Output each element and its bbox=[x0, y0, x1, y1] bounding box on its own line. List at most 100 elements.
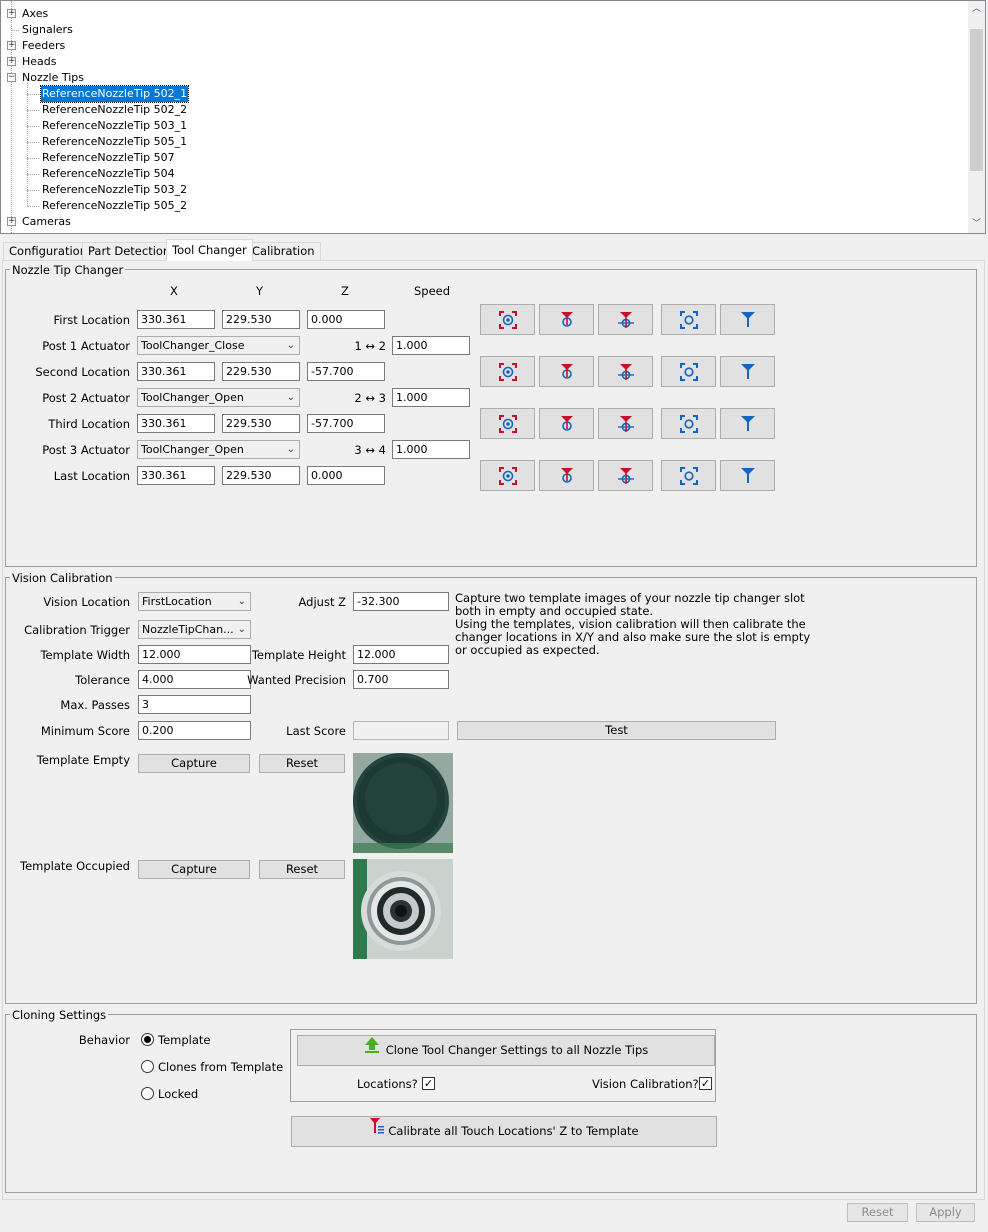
tree-node[interactable]: Heads bbox=[21, 54, 58, 70]
move-camera-button[interactable] bbox=[661, 304, 716, 335]
tree-node[interactable]: ReferenceNozzleTip 507 bbox=[41, 150, 176, 166]
position-tool-button[interactable] bbox=[720, 304, 775, 335]
tolerance-label: Tolerance bbox=[75, 673, 130, 687]
tree-node[interactable]: ReferenceNozzleTip 504 bbox=[41, 166, 176, 182]
template-height-field[interactable]: 12.000 bbox=[353, 645, 449, 664]
template-empty-label: Template Empty bbox=[36, 753, 130, 767]
move-camera-button[interactable] bbox=[661, 460, 716, 491]
config-tree[interactable]: Axes + Signalers Feeders + Heads + Nozzle Tips −… bbox=[0, 0, 986, 234]
chevron-down-icon: ⌄ bbox=[237, 596, 246, 607]
last-score-label: Last Score bbox=[286, 724, 346, 738]
move-tool-button[interactable] bbox=[598, 408, 653, 439]
move-camera-button[interactable] bbox=[661, 356, 716, 387]
clone-settings-button[interactable]: Clone Tool Changer Settings to all Nozzl… bbox=[297, 1035, 715, 1066]
tree-node[interactable]: ReferenceNozzleTip 502_2 bbox=[41, 102, 188, 118]
tab-part-detection[interactable]: Part Detection bbox=[82, 242, 177, 260]
speed-1-2-field[interactable]: 1.000 bbox=[392, 336, 470, 355]
tolerance-field[interactable]: 4.000 bbox=[138, 670, 251, 689]
capture-tool-button[interactable] bbox=[539, 460, 594, 491]
calibrate-touch-z-button[interactable]: Calibrate all Touch Locations' Z to Temp… bbox=[291, 1116, 717, 1147]
first-location-label: First Location bbox=[53, 313, 131, 327]
behavior-locked-radio[interactable] bbox=[141, 1087, 154, 1100]
reset-empty-button[interactable]: Reset bbox=[259, 754, 345, 773]
template-height-label: Template Height bbox=[251, 648, 346, 662]
minimum-score-field[interactable]: 0.200 bbox=[138, 721, 251, 740]
second-y-field[interactable]: 229.530 bbox=[222, 362, 300, 381]
capture-occupied-button[interactable]: Capture bbox=[138, 860, 250, 879]
capture-empty-button[interactable]: Capture bbox=[138, 754, 250, 773]
scroll-down-icon[interactable]: ﹀ bbox=[968, 216, 985, 233]
adjust-z-field[interactable]: -32.300 bbox=[353, 592, 449, 611]
reset-occupied-button[interactable]: Reset bbox=[259, 860, 345, 879]
position-tool-button[interactable] bbox=[720, 460, 775, 491]
template-width-field[interactable]: 12.000 bbox=[138, 645, 251, 664]
tree-node[interactable]: ReferenceNozzleTip 505_1 bbox=[41, 134, 188, 150]
locations-checkbox[interactable]: ✓ bbox=[422, 1077, 435, 1090]
last-z-field[interactable]: 0.000 bbox=[307, 466, 385, 485]
tree-node[interactable]: ReferenceNozzleTip 505_2 bbox=[41, 198, 188, 214]
tree-node[interactable]: Signalers bbox=[21, 22, 74, 38]
capture-location-button[interactable] bbox=[480, 304, 535, 335]
capture-location-button[interactable] bbox=[480, 356, 535, 387]
tree-node[interactable]: ReferenceNozzleTip 503_2 bbox=[41, 182, 188, 198]
third-z-field[interactable]: -57.700 bbox=[307, 414, 385, 433]
capture-tool-button[interactable] bbox=[539, 356, 594, 387]
tree-connector bbox=[27, 94, 39, 95]
position-tool-button[interactable] bbox=[720, 408, 775, 439]
expand-icon[interactable]: + bbox=[7, 57, 16, 66]
capture-location-button[interactable] bbox=[480, 408, 535, 439]
second-z-field[interactable]: -57.700 bbox=[307, 362, 385, 381]
capture-location-button[interactable] bbox=[480, 460, 535, 491]
tree-node[interactable]: Feeders bbox=[21, 38, 66, 54]
tree-scrollbar[interactable]: ︿ ﹀ bbox=[968, 1, 985, 233]
capture-tool-button[interactable] bbox=[539, 304, 594, 335]
behavior-template-radio[interactable] bbox=[141, 1033, 154, 1046]
third-x-field[interactable]: 330.361 bbox=[137, 414, 215, 433]
collapse-icon[interactable]: − bbox=[7, 73, 16, 82]
tree-node[interactable]: Nozzle Tips bbox=[21, 70, 85, 86]
post1-actuator-label: Post 1 Actuator bbox=[42, 339, 130, 353]
tree-node[interactable]: ReferenceNozzleTip 503_1 bbox=[41, 118, 188, 134]
tree-node[interactable]: Cameras bbox=[21, 214, 72, 230]
tree-node[interactable]: Axes bbox=[21, 6, 49, 22]
calibration-trigger-value: NozzleTipChan... bbox=[142, 623, 234, 636]
chevron-down-icon: ⌄ bbox=[237, 624, 246, 635]
first-x-field[interactable]: 330.361 bbox=[137, 310, 215, 329]
post3-actuator-select[interactable]: ToolChanger_Open ⌄ bbox=[137, 440, 300, 459]
wanted-precision-field[interactable]: 0.700 bbox=[353, 670, 449, 689]
expand-icon[interactable]: + bbox=[7, 9, 16, 18]
move-tool-button[interactable] bbox=[598, 356, 653, 387]
expand-icon[interactable]: + bbox=[7, 41, 16, 50]
chevron-down-icon: ⌄ bbox=[286, 340, 295, 351]
tab-tool-changer[interactable]: Tool Changer bbox=[166, 239, 253, 261]
first-y-field[interactable]: 229.530 bbox=[222, 310, 300, 329]
test-button[interactable]: Test bbox=[457, 721, 776, 740]
tab-calibration[interactable]: Calibration bbox=[246, 242, 321, 260]
tree-node[interactable]: ReferenceNozzleTip 502_1 bbox=[39, 85, 190, 103]
capture-tool-button[interactable] bbox=[539, 408, 594, 439]
move-tool-button[interactable] bbox=[598, 304, 653, 335]
tab-configuration[interactable]: Configuration bbox=[3, 242, 93, 260]
scroll-thumb[interactable] bbox=[970, 29, 983, 171]
reset-button[interactable]: Reset bbox=[847, 1203, 908, 1222]
scroll-up-icon[interactable]: ︿ bbox=[968, 1, 985, 18]
max-passes-field[interactable]: 3 bbox=[138, 695, 251, 714]
second-x-field[interactable]: 330.361 bbox=[137, 362, 215, 381]
post1-actuator-select[interactable]: ToolChanger_Close ⌄ bbox=[137, 336, 300, 355]
calibration-trigger-select[interactable]: NozzleTipChan... ⌄ bbox=[138, 620, 251, 639]
expand-icon[interactable]: + bbox=[7, 217, 16, 226]
move-tool-button[interactable] bbox=[598, 460, 653, 491]
move-camera-button[interactable] bbox=[661, 408, 716, 439]
apply-button[interactable]: Apply bbox=[916, 1203, 975, 1222]
speed-2-3-field[interactable]: 1.000 bbox=[392, 388, 470, 407]
vision-calibration-checkbox[interactable]: ✓ bbox=[699, 1077, 712, 1090]
speed-3-4-field[interactable]: 1.000 bbox=[392, 440, 470, 459]
post2-actuator-select[interactable]: ToolChanger_Open ⌄ bbox=[137, 388, 300, 407]
first-z-field[interactable]: 0.000 bbox=[307, 310, 385, 329]
third-y-field[interactable]: 229.530 bbox=[222, 414, 300, 433]
behavior-clones-radio[interactable] bbox=[141, 1060, 154, 1073]
position-tool-button[interactable] bbox=[720, 356, 775, 387]
vision-location-select[interactable]: FirstLocation ⌄ bbox=[138, 592, 251, 611]
last-y-field[interactable]: 229.530 bbox=[222, 466, 300, 485]
last-x-field[interactable]: 330.361 bbox=[137, 466, 215, 485]
